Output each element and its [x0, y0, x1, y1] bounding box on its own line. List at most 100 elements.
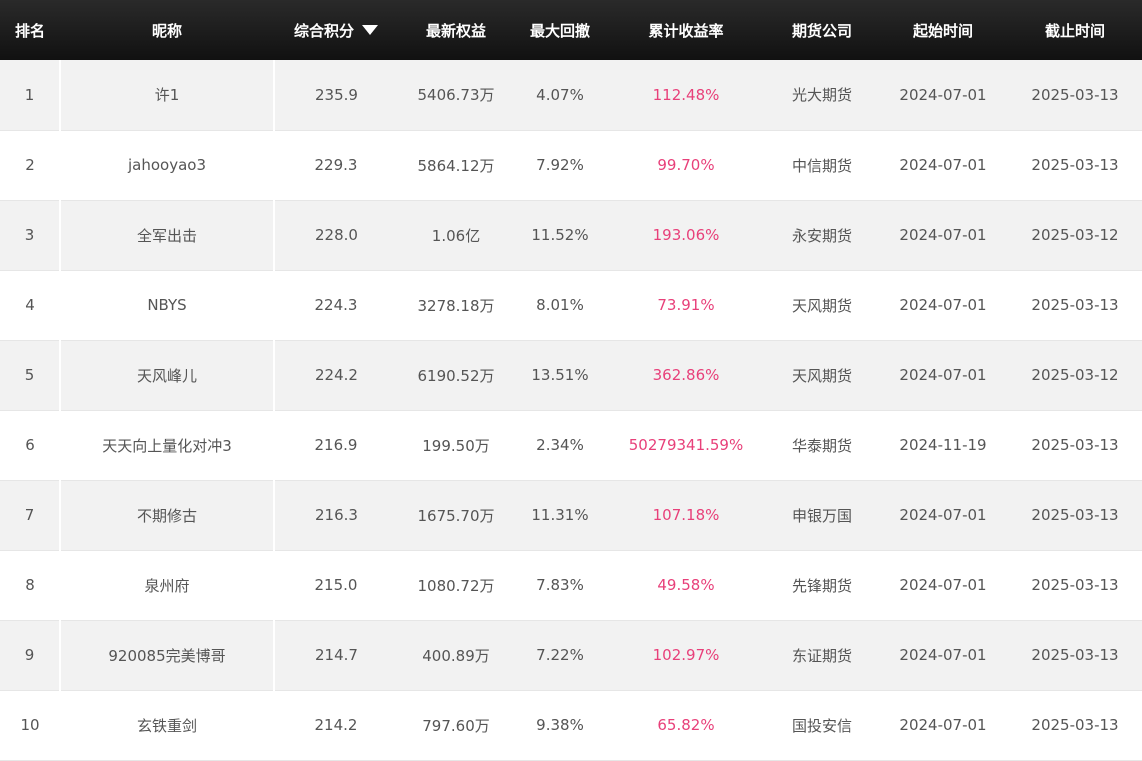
equity-cell: 199.50万: [422, 436, 490, 455]
end-date-cell: 2025-03-12: [1031, 226, 1119, 244]
header-end[interactable]: 截止时间: [1008, 0, 1142, 60]
broker-cell: 东证期货: [791, 646, 852, 665]
table-row[interactable]: 10 玄铁重剑 214.2 797.60万 9.38% 65.82% 国投安信 2024-07…: [0, 690, 1142, 760]
header-score[interactable]: 综合积分: [274, 0, 398, 60]
equity-cell: 1.06亿: [431, 226, 481, 245]
table-row[interactable]: 7 不期修古 216.3 1675.70万 11.31% 107.18% 申银万国 2024-…: [0, 480, 1142, 550]
header-rank[interactable]: 排名: [0, 0, 60, 60]
table-row[interactable]: 8 泉州府 215.0 1080.72万 7.83% 49.58% 先锋期货 2024-07-…: [0, 550, 1142, 620]
end-date-cell: 2025-03-13: [1031, 156, 1119, 174]
nickname-cell[interactable]: 天天向上量化对冲3: [60, 410, 274, 480]
table-row[interactable]: 1 许1 235.9 5406.73万 4.07% 112.48% 光大期货 2024-07-…: [0, 60, 1142, 130]
equity-cell: 797.60万: [422, 716, 490, 735]
drawdown-cell: 7.92%: [536, 156, 584, 174]
table-row[interactable]: 6 天天向上量化对冲3 216.9 199.50万 2.34% 50279341.59% 华…: [0, 410, 1142, 480]
rank-cell: 9: [24, 646, 35, 664]
header-score-label: 综合积分: [293, 21, 354, 40]
end-date-cell: 2025-03-13: [1031, 85, 1119, 104]
equity-cell: 6190.52万: [417, 366, 495, 385]
cum-return-cell: 107.18%: [652, 506, 720, 524]
end-date-cell: 2025-03-13: [1031, 436, 1119, 454]
cum-return-cell: 65.82%: [657, 716, 715, 734]
broker-cell: 先锋期货: [791, 576, 852, 595]
table-row[interactable]: 9 920085完美博哥 214.7 400.89万 7.22% 102.97% 东证期货 2…: [0, 620, 1142, 690]
caret-down-icon[interactable]: [362, 25, 378, 35]
equity-cell: 1080.72万: [417, 576, 495, 595]
end-date-cell: 2025-03-13: [1031, 296, 1119, 314]
score-cell: 229.3: [314, 156, 358, 174]
start-date-cell: 2024-07-01: [899, 296, 987, 314]
nickname-cell[interactable]: 天风峰儿: [59, 340, 275, 410]
nickname-cell[interactable]: 920085完美博哥: [59, 620, 275, 690]
rank-cell: 5: [24, 366, 35, 384]
header-start[interactable]: 起始时间: [878, 0, 1008, 60]
header-row: 排名 昵称 综合积分 最新权益 最大回撤 累计收益率 期货公司 起始时间 截止时…: [0, 0, 1142, 60]
drawdown-cell: 8.01%: [536, 296, 584, 314]
broker-cell: 华泰期货: [791, 436, 852, 455]
header-drawdown[interactable]: 最大回撤: [514, 0, 606, 60]
equity-cell: 5406.73万: [417, 86, 495, 105]
equity-cell: 3278.18万: [417, 296, 495, 315]
nickname-cell[interactable]: jahooyao3: [60, 130, 274, 200]
drawdown-cell: 2.34%: [536, 436, 584, 454]
cum-return-cell: 193.06%: [652, 226, 720, 244]
table-body: 1 许1 235.9 5406.73万 4.07% 112.48% 光大期货 2024-07-…: [0, 60, 1142, 760]
drawdown-cell: 4.07%: [536, 85, 584, 104]
rank-cell: 10: [20, 716, 40, 734]
cum-return-cell: 112.48%: [652, 85, 720, 104]
score-cell: 216.9: [314, 436, 358, 454]
score-cell: 224.2: [315, 366, 358, 384]
nickname-cell[interactable]: 泉州府: [60, 550, 274, 620]
drawdown-cell: 11.52%: [531, 226, 589, 244]
start-date-cell: 2024-11-19: [899, 436, 987, 454]
end-date-cell: 2025-03-13: [1031, 506, 1119, 524]
start-date-cell: 2024-07-01: [899, 85, 987, 104]
start-date-cell: 2024-07-01: [899, 646, 987, 664]
cum-return-cell: 99.70%: [657, 156, 715, 174]
nickname-cell[interactable]: 许1: [59, 60, 275, 130]
end-date-cell: 2025-03-13: [1031, 716, 1119, 734]
rank-cell: 8: [25, 576, 35, 594]
drawdown-cell: 9.38%: [536, 716, 584, 734]
score-cell: 228.0: [315, 226, 358, 244]
ranking-table: 排名 昵称 综合积分 最新权益 最大回撤 累计收益率 期货公司 起始时间 截止时…: [0, 0, 1142, 761]
score-cell: 224.3: [314, 296, 358, 314]
start-date-cell: 2024-07-01: [899, 716, 987, 734]
rank-cell: 7: [24, 506, 35, 524]
broker-cell: 申银万国: [791, 506, 852, 525]
start-date-cell: 2024-07-01: [899, 366, 987, 384]
header-nickname[interactable]: 昵称: [60, 0, 274, 60]
table-header: 排名 昵称 综合积分 最新权益 最大回撤 累计收益率 期货公司 起始时间 截止时…: [0, 0, 1142, 60]
broker-cell: 国投安信: [791, 716, 852, 735]
broker-cell: 天风期货: [791, 296, 852, 315]
score-cell: 235.9: [315, 85, 358, 104]
nickname-cell[interactable]: 玄铁重剑: [60, 690, 274, 760]
cum-return-cell: 49.58%: [657, 576, 715, 594]
header-broker[interactable]: 期货公司: [766, 0, 878, 60]
table-row[interactable]: 5 天风峰儿 224.2 6190.52万 13.51% 362.86% 天风期货 2024-…: [0, 340, 1142, 410]
drawdown-cell: 13.51%: [531, 366, 589, 384]
rank-cell: 3: [24, 226, 35, 244]
score-cell: 215.0: [314, 576, 358, 594]
rank-cell: 6: [25, 436, 35, 454]
cum-return-cell: 102.97%: [652, 646, 720, 664]
nickname-cell[interactable]: 不期修古: [59, 480, 275, 550]
table-row[interactable]: 2 jahooyao3 229.3 5864.12万 7.92% 99.70% 中信期货 20…: [0, 130, 1142, 200]
broker-cell: 永安期货: [791, 226, 852, 245]
broker-cell: 中信期货: [791, 156, 852, 175]
table-row[interactable]: 4 NBYS 224.3 3278.18万 8.01% 73.91% 天风期货 2024-07…: [0, 270, 1142, 340]
broker-cell: 天风期货: [791, 366, 852, 385]
nickname-cell[interactable]: 全军出击: [59, 200, 275, 270]
end-date-cell: 2025-03-13: [1031, 576, 1119, 594]
nickname-cell[interactable]: NBYS: [60, 270, 274, 340]
score-sort-control[interactable]: 综合积分: [294, 20, 378, 41]
header-equity[interactable]: 最新权益: [398, 0, 514, 60]
table-row[interactable]: 3 全军出击 228.0 1.06亿 11.52% 193.06% 永安期货 2024-07-…: [0, 200, 1142, 270]
score-cell: 214.7: [315, 646, 358, 664]
broker-cell: 光大期货: [791, 86, 852, 105]
start-date-cell: 2024-07-01: [899, 226, 987, 244]
drawdown-cell: 11.31%: [531, 506, 589, 524]
rank-cell: 2: [25, 156, 35, 174]
score-cell: 214.2: [314, 716, 358, 734]
header-cum-return[interactable]: 累计收益率: [606, 0, 766, 60]
